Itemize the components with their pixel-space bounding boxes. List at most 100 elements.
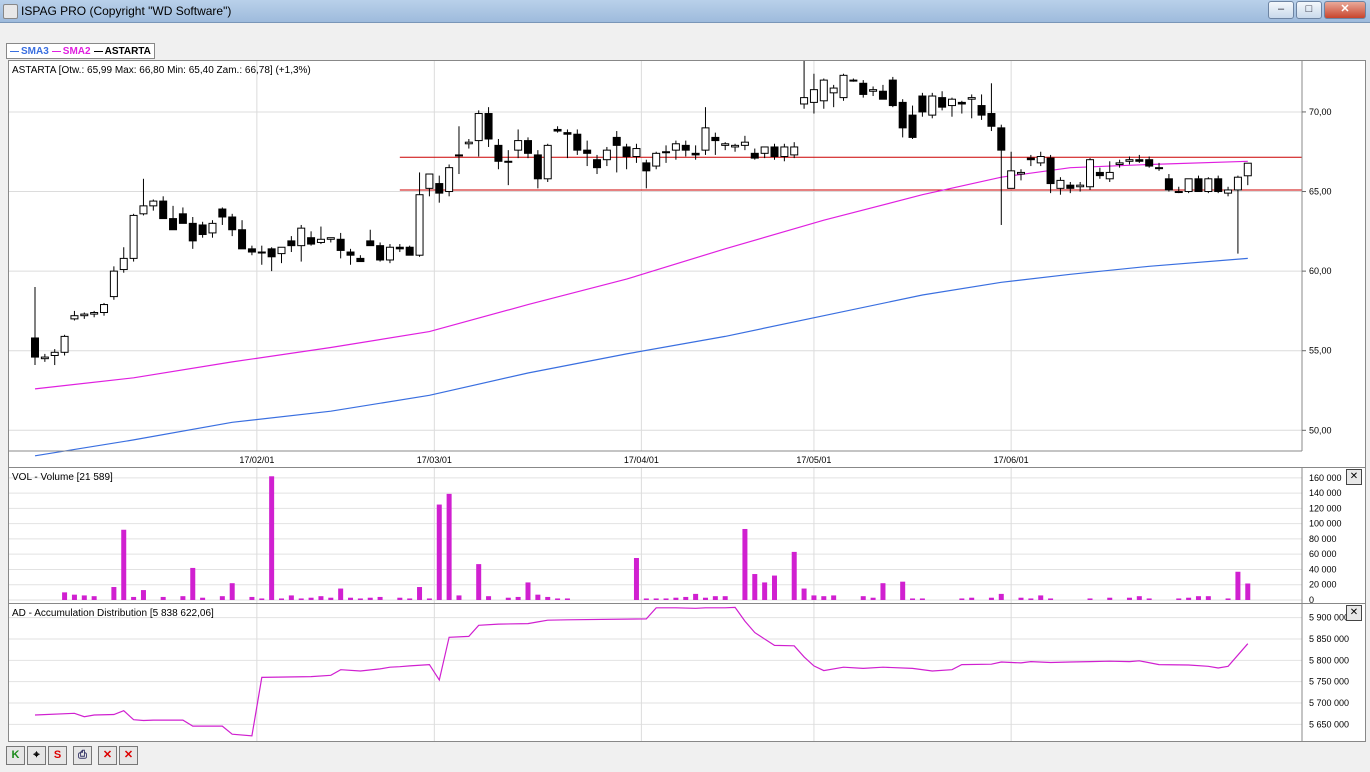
candle — [533, 150, 542, 189]
volume-y-tick-label: 100 000 — [1309, 519, 1342, 529]
candle — [109, 266, 118, 300]
remove-all-button[interactable]: ✕ — [119, 746, 138, 765]
ad-y-tick-label: 5 750 000 — [1309, 677, 1349, 687]
volume-bar — [969, 597, 975, 600]
k-button[interactable]: K — [6, 746, 25, 765]
candle — [1233, 175, 1242, 254]
volume-info-text: VOL - Volume [21 589] — [12, 472, 113, 483]
print-button[interactable]: ⎙ — [73, 746, 92, 765]
candle — [178, 207, 187, 224]
candle-body — [711, 136, 720, 142]
candle-body — [1233, 176, 1242, 191]
candle — [1145, 156, 1154, 168]
candle-body — [583, 149, 592, 154]
candle — [740, 135, 749, 151]
candle — [1184, 178, 1193, 194]
volume-bar — [288, 595, 294, 600]
maximize-button[interactable]: □ — [1296, 1, 1322, 19]
candle — [652, 151, 661, 170]
candle-body — [770, 146, 779, 158]
ad-chart[interactable]: 5 900 000 5 850 000 5 800 000 5 750 000 5 70… — [9, 604, 1365, 741]
candle — [839, 73, 848, 101]
candle — [277, 246, 286, 264]
candle — [474, 110, 483, 157]
candle-body — [188, 222, 197, 242]
crosshair-button[interactable]: ⌖ — [27, 746, 46, 765]
legend-label-astarta: ASTARTA — [104, 45, 151, 57]
volume-chart[interactable]: 160 000 140 000 120 000 100 000 80 000 60 000… — [9, 468, 1365, 603]
candle — [149, 199, 158, 211]
price-x-tick-label: 17/04/01 — [624, 455, 659, 465]
minimize-button[interactable]: – — [1268, 1, 1294, 19]
candle — [119, 247, 128, 273]
crosshair-icon: ⌖ — [33, 749, 40, 761]
remove-button[interactable]: ✕ — [98, 746, 117, 765]
candle-body — [918, 95, 927, 113]
volume-bar — [683, 596, 689, 600]
volume-bar — [791, 551, 797, 600]
ad-panel[interactable]: 5 900 000 5 850 000 5 800 000 5 750 000 5 70… — [8, 603, 1366, 742]
candle — [454, 126, 463, 175]
candle — [60, 334, 69, 356]
volume-panel-close-button[interactable]: ✕ — [1346, 469, 1362, 485]
ad-panel-close-button[interactable]: ✕ — [1346, 605, 1362, 621]
candle-body — [987, 113, 996, 127]
print-icon: ⎙ — [78, 749, 87, 761]
volume-bar — [870, 597, 876, 600]
candle — [1164, 174, 1173, 192]
candle — [987, 83, 996, 132]
candle — [70, 310, 79, 321]
candle-body — [967, 97, 976, 100]
window-titlebar[interactable]: ISPAG PRO (Copyright "WD Software") – □ … — [0, 0, 1370, 23]
volume-bar — [860, 596, 866, 600]
volume-bar — [62, 592, 68, 600]
candle-body — [819, 79, 828, 102]
volume-bar — [308, 597, 314, 600]
price-y-tick-label: 50,00 — [1309, 425, 1332, 435]
volume-bar — [1126, 597, 1132, 600]
volume-bar — [762, 582, 768, 600]
candle-body — [602, 149, 611, 161]
volume-bar — [1018, 597, 1024, 600]
candle — [385, 244, 394, 264]
candle — [553, 126, 562, 133]
candle-body — [829, 87, 838, 94]
candle — [642, 159, 651, 189]
candle — [908, 105, 917, 139]
candle — [376, 242, 385, 262]
legend-item-sma3[interactable]: SMA3 — [10, 46, 49, 57]
candle-body — [287, 240, 296, 247]
volume-panel[interactable]: 160 000 140 000 120 000 100 000 80 000 60 000… — [8, 467, 1366, 604]
volume-bar — [259, 598, 265, 600]
candle-body — [701, 127, 710, 151]
price-chart[interactable]: 70,00 65,00 60,00 55,00 50,00 17/02/01 17/03/0… — [9, 61, 1365, 467]
s-button[interactable]: S — [48, 746, 67, 765]
candle — [1046, 154, 1055, 194]
candle-body — [809, 89, 818, 103]
candle-body — [90, 312, 99, 315]
candle-body — [129, 214, 138, 259]
legend-item-astarta[interactable]: ASTARTA — [93, 45, 151, 57]
volume-bar — [1225, 598, 1231, 600]
price-y-tick-label: 60,00 — [1309, 266, 1332, 276]
volume-bar — [298, 598, 304, 600]
candle-body — [1174, 191, 1183, 194]
legend-item-sma2[interactable]: SMA2 — [51, 46, 91, 57]
price-x-tick-label: 17/02/01 — [239, 455, 274, 465]
close-button[interactable]: ✕ — [1324, 1, 1366, 19]
price-chart-panel[interactable]: 70,00 65,00 60,00 55,00 50,00 17/02/01 17/03/0… — [8, 60, 1366, 468]
candle-body — [1076, 184, 1085, 188]
candle-body — [356, 257, 365, 263]
candle-body — [50, 351, 59, 356]
candle-body — [385, 246, 394, 261]
candle — [583, 140, 592, 167]
candle — [316, 226, 325, 245]
candle — [1095, 167, 1104, 179]
volume-y-tick-label: 140 000 — [1309, 488, 1342, 498]
volume-bar — [81, 595, 87, 600]
candle-body — [454, 154, 463, 157]
candle-body — [839, 74, 848, 99]
candle — [514, 129, 523, 159]
window-title: ISPAG PRO (Copyright "WD Software") — [21, 4, 232, 18]
candle — [711, 132, 720, 155]
